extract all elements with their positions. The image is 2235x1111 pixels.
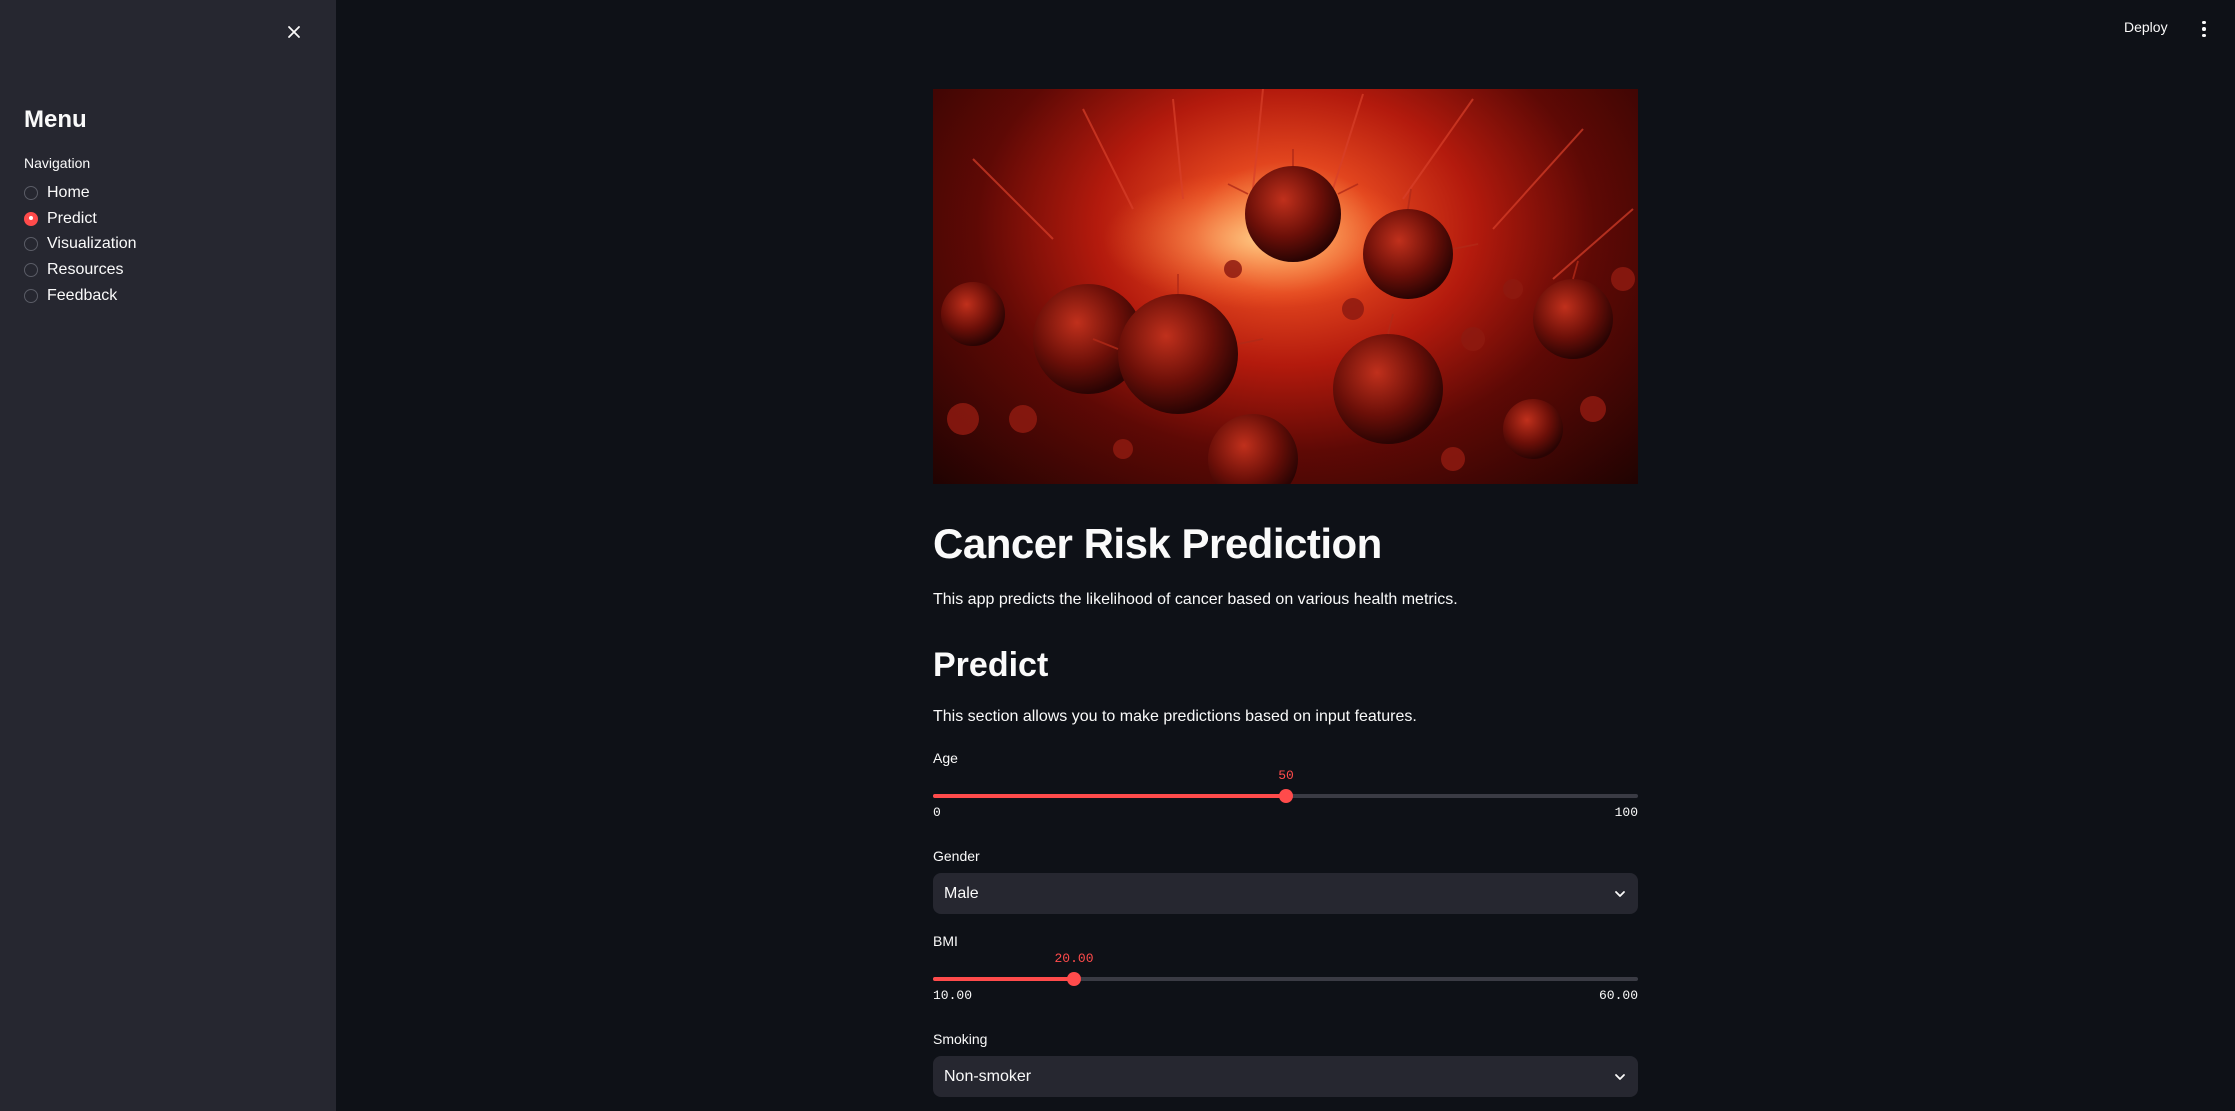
nav-item-label: Visualization xyxy=(47,235,137,253)
sidebar: Menu Navigation Home Predict Visualizati… xyxy=(0,0,336,1111)
smoking-select[interactable]: Non-smoker xyxy=(933,1056,1638,1097)
nav-item-label: Resources xyxy=(47,260,124,278)
slider-thumb[interactable] xyxy=(1067,972,1081,986)
sidebar-title: Menu xyxy=(24,106,87,133)
chevron-down-icon xyxy=(1615,1073,1625,1080)
intro-text: This app predicts the likelihood of canc… xyxy=(933,591,1458,608)
slider-value: 50 xyxy=(1278,768,1294,783)
gender-label: Gender xyxy=(933,848,980,864)
radio-icon xyxy=(24,185,38,200)
bmi-slider[interactable]: 20.00 10.00 60.00 xyxy=(933,951,1638,1005)
nav-item-home[interactable]: Home xyxy=(24,180,137,206)
radio-icon xyxy=(24,237,38,252)
kebab-dot xyxy=(2202,27,2206,31)
section-description: This section allows you to make predicti… xyxy=(933,708,1417,725)
radio-icon xyxy=(24,262,38,277)
slider-thumb[interactable] xyxy=(1279,789,1293,803)
close-sidebar-button[interactable] xyxy=(280,18,308,46)
deploy-button[interactable]: Deploy xyxy=(2124,19,2168,35)
nav-item-feedback[interactable]: Feedback xyxy=(24,283,137,309)
chevron-down-icon xyxy=(1615,890,1625,897)
nav-item-resources[interactable]: Resources xyxy=(24,257,137,283)
kebab-dot xyxy=(2202,20,2206,25)
nav-item-label: Feedback xyxy=(47,286,118,304)
slider-fill xyxy=(933,977,1074,981)
navigation-label: Navigation xyxy=(24,155,91,171)
kebab-dot xyxy=(2202,33,2206,38)
bmi-label: BMI xyxy=(933,933,958,949)
age-slider[interactable]: 50 0 100 xyxy=(933,768,1638,822)
slider-min-label: 10.00 xyxy=(933,988,973,1003)
slider-max-label: 100 xyxy=(1614,805,1638,820)
age-label: Age xyxy=(933,750,958,766)
slider-max-label: 60.00 xyxy=(1598,988,1638,1003)
smoking-select-value: Non-smoker xyxy=(944,1067,1032,1085)
page-title: Cancer Risk Prediction xyxy=(933,520,1382,567)
hero-image xyxy=(933,89,1638,484)
section-title: Predict xyxy=(933,646,1049,684)
slider-fill xyxy=(933,794,1286,798)
app-root: Menu Navigation Home Predict Visualizati… xyxy=(0,0,2235,1111)
slider-min-label: 0 xyxy=(933,805,941,820)
radio-selected-icon xyxy=(24,211,38,226)
radio-icon xyxy=(24,288,38,303)
slider-value: 20.00 xyxy=(1054,951,1094,966)
nav-item-predict[interactable]: Predict xyxy=(24,206,137,232)
nav-item-visualization[interactable]: Visualization xyxy=(24,231,137,257)
close-icon xyxy=(288,26,300,38)
smoking-label: Smoking xyxy=(933,1031,988,1047)
navigation-radio-group: Home Predict Visualization Resources Fee… xyxy=(24,180,137,308)
nav-item-label: Predict xyxy=(47,209,97,227)
gender-select-value: Male xyxy=(944,884,979,902)
cancer-cells-illustration-icon xyxy=(941,89,1635,484)
gender-select[interactable]: Male xyxy=(933,873,1638,914)
main-menu-button[interactable] xyxy=(2198,18,2210,40)
nav-item-label: Home xyxy=(47,183,90,201)
